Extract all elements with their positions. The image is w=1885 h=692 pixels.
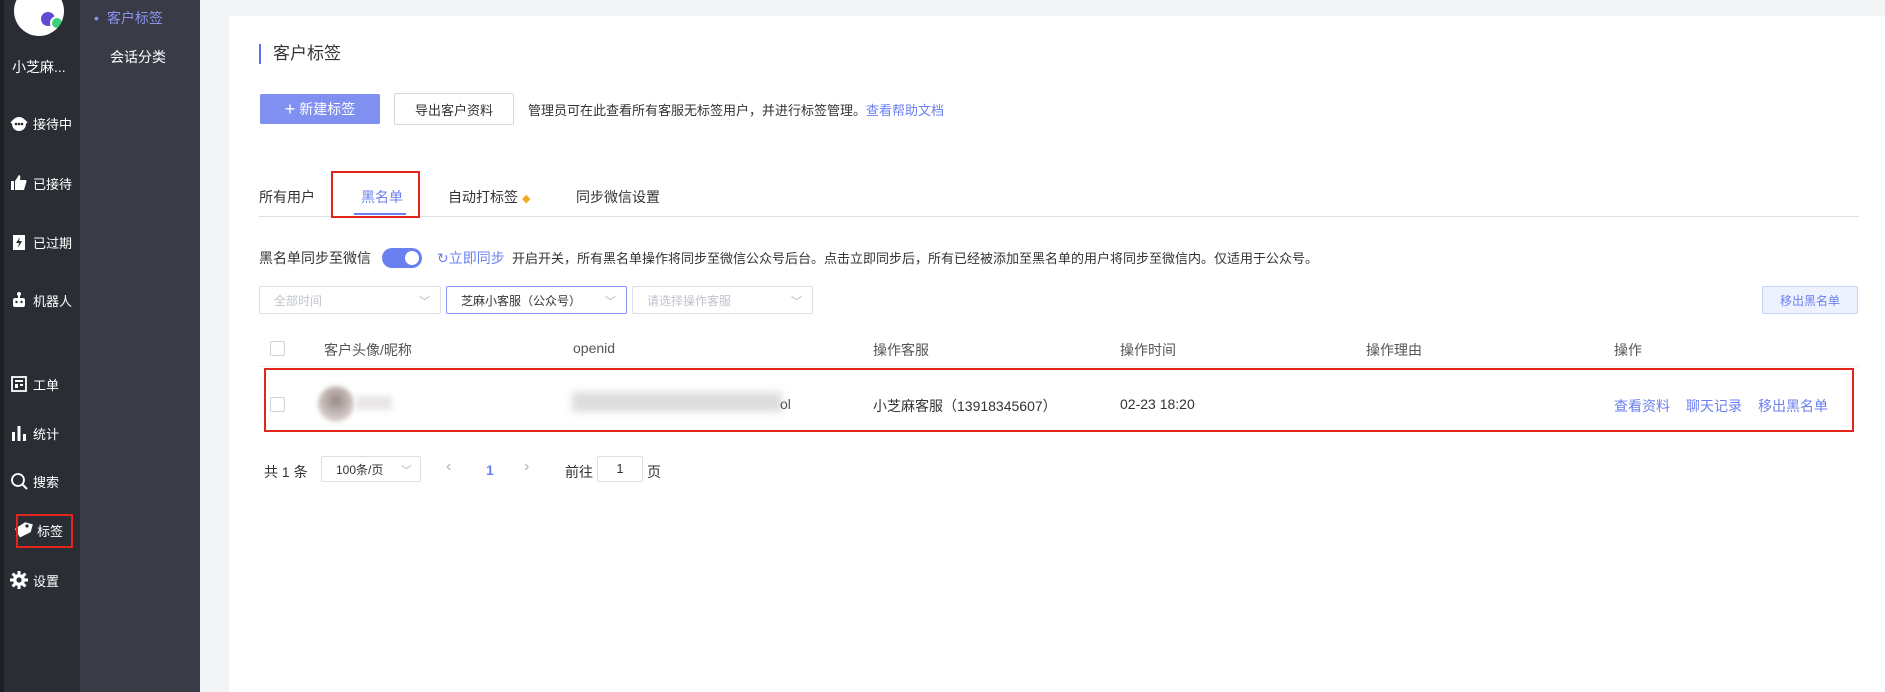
col-header-openid: openid [573,340,616,356]
header-divider [259,366,1859,367]
chevron-down-icon: ﹀ [419,296,430,308]
pagination-total: 共 1 条 [264,464,308,480]
chevron-down-icon: ﹀ [401,465,412,477]
ticket-icon [8,373,30,395]
export-customer-button[interactable]: 导出客户资料 [394,93,514,125]
current-page-number[interactable]: 1 [486,462,494,478]
tab-auto-tag[interactable]: 自动打标签 ◆ [448,187,530,207]
page-size-select[interactable]: 100条/页 ﹀ [321,456,421,482]
rail-label: 搜索 [33,474,60,490]
online-status-dot [50,16,64,30]
tab-sync-wechat[interactable]: 同步微信设置 [576,187,660,207]
goto-page-input[interactable]: 1 [597,456,643,482]
page-size-value: 100条/页 [336,462,384,477]
chevron-down-icon: ﹀ [605,296,616,308]
time-filter-placeholder: 全部时间 [274,293,323,308]
new-tag-button[interactable]: + 新建标签 [260,94,380,124]
tab-auto-tag-label: 自动打标签 [448,189,518,205]
tags-highlight-box [16,514,73,548]
rail-label: 设置 [33,573,60,589]
col-header-operator: 操作客服 [873,342,929,358]
bar-chart-icon [8,422,30,444]
tip-text: 管理员可在此查看所有客服无标签用户，并进行标签管理。 [528,103,867,118]
rail-label: 接待中 [33,116,73,132]
rail-label: 机器人 [33,293,73,309]
row-highlight-box [264,368,1854,432]
tab-bar: 所有用户 黑名单 自动打标签 ◆ 同步微信设置 [259,183,1859,217]
sync-now-label: 立即同步 [448,250,505,266]
time-filter-select[interactable]: 全部时间 ﹀ [259,286,441,314]
rail-item-search[interactable]: 搜索 [8,468,78,494]
rail-item-serving[interactable]: 接待中 [8,110,78,136]
user-name: 小芝麻... [12,59,66,75]
sync-label: 黑名单同步至微信 [259,250,371,266]
goto-prefix: 前往 [565,464,593,480]
help-doc-link[interactable]: 查看帮助文档 [866,103,944,118]
col-header-actions: 操作 [1614,342,1642,358]
rail-item-ticket[interactable]: 工单 [8,371,78,397]
robot-icon [8,289,30,311]
subnav-session-category[interactable]: 会话分类 [110,47,166,67]
thumbs-up-icon [8,172,30,194]
headset-icon [8,112,30,134]
col-header-time: 操作时间 [1120,342,1176,358]
rail-label: 已过期 [33,235,73,251]
rail-item-stats[interactable]: 统计 [8,420,78,446]
account-filter-select[interactable]: 芝麻小客服（公众号） ﹀ [446,286,627,314]
rail-label: 统计 [33,426,60,442]
blacklist-tab-highlight-box [331,171,420,218]
rail-item-robot[interactable]: 机器人 [8,287,78,313]
subnav-customer-tags[interactable]: 客户标签 [94,8,163,28]
left-rail: 小芝麻... 接待中 已接待 已过期 机器人 工单 统计 搜索 标签 设置 [0,0,80,692]
col-header-avatar: 客户头像/昵称 [324,342,412,358]
page-title: 客户标签 [259,44,341,64]
page-tip: 管理员可在此查看所有客服无标签用户，并进行标签管理。查看帮助文档 [528,100,944,119]
refresh-icon: ↻ [437,250,449,266]
rail-item-settings[interactable]: 设置 [8,567,78,593]
operator-filter-select[interactable]: 请选择操作客服 ﹀ [632,286,813,314]
operator-filter-placeholder: 请选择操作客服 [647,293,732,308]
tab-all-users[interactable]: 所有用户 [259,187,315,207]
expired-icon [8,231,30,253]
rail-label: 已接待 [33,176,73,192]
rail-label: 工单 [33,377,60,393]
goto-suffix: 页 [647,464,661,480]
select-all-checkbox[interactable] [270,341,285,356]
account-filter-value: 芝麻小客服（公众号） [461,293,582,308]
col-header-reason: 操作理由 [1366,342,1422,358]
avatar[interactable] [14,0,64,36]
vip-diamond-icon: ◆ [522,193,531,205]
sync-description: 开启开关，所有黑名单操作将同步至微信公众号后台。点击立即同步后，所有已经被添加至… [512,251,1319,266]
sync-now-link[interactable]: ↻立即同步 [437,248,505,268]
gear-icon [8,569,30,591]
search-icon [8,470,30,492]
chevron-down-icon: ﹀ [791,296,802,308]
plus-icon: + [284,99,296,119]
rail-edge [0,0,4,692]
sub-sidebar: 客户标签 会话分类 [80,0,200,692]
remove-blacklist-button[interactable]: 移出黑名单 [1762,286,1858,314]
new-tag-label: 新建标签 [299,101,356,117]
rail-item-served[interactable]: 已接待 [8,170,78,196]
next-page-icon[interactable]: › [524,458,529,476]
rail-item-expired[interactable]: 已过期 [8,229,78,255]
sync-toggle[interactable] [382,248,422,268]
prev-page-icon[interactable]: ‹ [446,458,451,476]
